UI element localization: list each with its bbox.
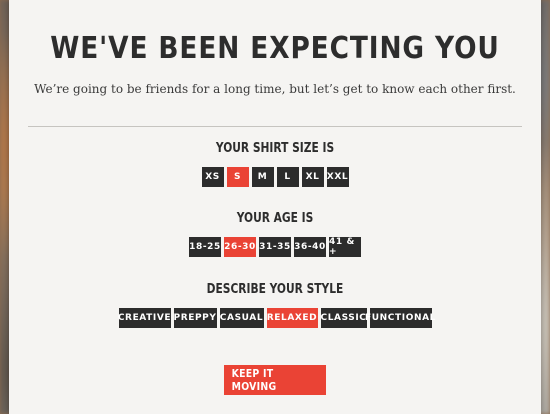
page-title: WE'VE BEEN EXPECTING YOU bbox=[50, 31, 500, 66]
age-option-26-30[interactable]: 26-30 bbox=[224, 237, 256, 257]
shirt-size-options: XS S M L XL XXL bbox=[9, 167, 541, 187]
style-option-classic[interactable]: CLASSIC bbox=[320, 308, 367, 328]
shirt-size-label: YOUR SHIRT SIZE IS bbox=[215, 141, 335, 156]
shirt-size-option-xl[interactable]: XL bbox=[301, 167, 324, 187]
style-option-creative[interactable]: CREATIVE bbox=[118, 308, 171, 328]
page-subtitle: We’re going to be friends for a long tim… bbox=[34, 82, 516, 96]
style-option-functional[interactable]: FUNCTIONAL bbox=[365, 308, 435, 328]
shirt-size-option-xs[interactable]: XS bbox=[201, 167, 224, 187]
shirt-size-option-l[interactable]: L bbox=[276, 167, 299, 187]
keep-it-moving-button[interactable]: KEEP IT MOVING bbox=[224, 365, 326, 395]
style-options: CREATIVE PREPPY CASUAL RELAXED CLASSIC F… bbox=[9, 308, 541, 328]
style-option-preppy[interactable]: PREPPY bbox=[173, 308, 217, 328]
age-option-36-40[interactable]: 36-40 bbox=[294, 237, 326, 257]
keep-it-moving-label: KEEP IT MOVING bbox=[231, 367, 277, 393]
shirt-size-option-xxl[interactable]: XXL bbox=[326, 167, 349, 187]
onboarding-card: WE'VE BEEN EXPECTING YOU We’re going to … bbox=[9, 0, 541, 414]
age-options: 18-25 26-30 31-35 36-40 41 & + bbox=[9, 237, 541, 257]
age-label: YOUR AGE IS bbox=[236, 211, 314, 226]
age-option-18-25[interactable]: 18-25 bbox=[189, 237, 221, 257]
age-option-41-plus[interactable]: 41 & + bbox=[329, 237, 361, 257]
shirt-size-option-m[interactable]: M bbox=[251, 167, 274, 187]
style-option-relaxed[interactable]: RELAXED bbox=[266, 308, 318, 328]
divider bbox=[28, 126, 522, 127]
style-label: DESCRIBE YOUR STYLE bbox=[206, 282, 344, 297]
shirt-size-option-s[interactable]: S bbox=[226, 167, 249, 187]
style-option-casual[interactable]: CASUAL bbox=[219, 308, 264, 328]
age-option-31-35[interactable]: 31-35 bbox=[259, 237, 291, 257]
